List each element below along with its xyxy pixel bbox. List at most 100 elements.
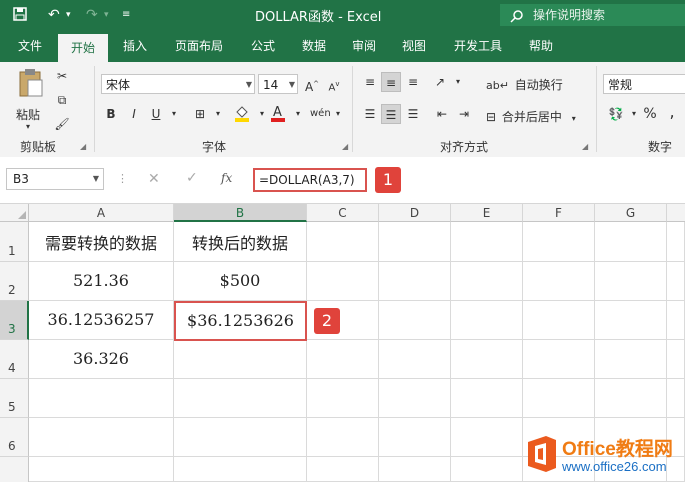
font-color-dropdown-icon[interactable]: ▾: [288, 104, 308, 124]
format-painter-icon[interactable]: 🖌: [52, 114, 72, 134]
tab-data[interactable]: 数据: [291, 30, 337, 62]
font-name-combo[interactable]: 宋体 ▼: [101, 74, 255, 94]
empty-cell[interactable]: [595, 222, 667, 262]
empty-cell[interactable]: [174, 340, 307, 379]
empty-cell[interactable]: [667, 301, 685, 340]
align-middle-icon[interactable]: ≡: [381, 72, 401, 92]
column-header-b[interactable]: B: [174, 204, 307, 222]
save-icon[interactable]: [12, 6, 28, 24]
select-all-corner[interactable]: [0, 204, 29, 222]
empty-cell[interactable]: [307, 418, 379, 457]
row-header-4[interactable]: 4: [0, 340, 29, 379]
empty-cell[interactable]: [667, 340, 685, 379]
decrease-indent-icon[interactable]: ⇤: [432, 104, 452, 124]
row-header-5[interactable]: 5: [0, 379, 29, 418]
italic-button[interactable]: I: [124, 104, 144, 124]
column-header-h-partial[interactable]: [667, 204, 685, 222]
formula-input[interactable]: =DOLLAR(A3,7): [253, 168, 367, 192]
empty-cell[interactable]: [595, 262, 667, 301]
undo-dropdown-icon[interactable]: ▾: [66, 6, 71, 24]
align-bottom-icon[interactable]: ≡: [403, 72, 423, 92]
border-dropdown-icon[interactable]: ▾: [208, 104, 228, 124]
underline-button[interactable]: U: [146, 104, 166, 124]
cell-a2[interactable]: 521.36: [29, 262, 174, 301]
percent-button[interactable]: %: [640, 104, 660, 124]
empty-cell[interactable]: [595, 379, 667, 418]
empty-cell[interactable]: [307, 379, 379, 418]
font-size-combo[interactable]: 14 ▼: [258, 74, 298, 94]
column-header-c[interactable]: C: [307, 204, 379, 222]
cell-b1[interactable]: 转换后的数据: [174, 222, 307, 262]
cell-a4[interactable]: 36.326: [29, 340, 174, 379]
column-header-f[interactable]: F: [523, 204, 595, 222]
empty-cell[interactable]: [523, 262, 595, 301]
orientation-dropdown-icon[interactable]: ▾: [448, 72, 468, 92]
more-options-icon[interactable]: ⋮: [117, 172, 128, 185]
name-box[interactable]: B3 ▼: [6, 168, 104, 190]
tab-formulas[interactable]: 公式: [240, 30, 286, 62]
empty-cell[interactable]: [174, 418, 307, 457]
empty-cell[interactable]: [523, 301, 595, 340]
tab-developer[interactable]: 开发工具: [443, 30, 513, 62]
decrease-font-icon[interactable]: Av: [324, 74, 344, 94]
underline-dropdown-icon[interactable]: ▾: [164, 104, 184, 124]
column-header-g[interactable]: G: [595, 204, 667, 222]
column-header-a[interactable]: A: [29, 204, 174, 222]
empty-cell[interactable]: [307, 457, 379, 482]
empty-cell[interactable]: [523, 379, 595, 418]
cancel-icon[interactable]: ✕: [148, 171, 160, 187]
alignment-launcher-icon[interactable]: ◢: [582, 142, 588, 151]
customize-toolbar-icon[interactable]: ≡: [122, 6, 130, 24]
row-header-7-partial[interactable]: [0, 457, 29, 482]
redo-icon[interactable]: ↷: [86, 6, 98, 24]
tab-page-layout[interactable]: 页面布局: [164, 30, 234, 62]
fill-color-icon[interactable]: [232, 104, 252, 124]
empty-cell[interactable]: [307, 222, 379, 262]
empty-cell[interactable]: [379, 418, 451, 457]
empty-cell[interactable]: [29, 418, 174, 457]
empty-cell[interactable]: [379, 222, 451, 262]
empty-cell[interactable]: [379, 457, 451, 482]
number-format-combo[interactable]: 常规: [603, 74, 685, 94]
tab-help[interactable]: 帮助: [518, 30, 564, 62]
insert-function-icon[interactable]: fx: [221, 171, 232, 185]
empty-cell[interactable]: [451, 418, 523, 457]
empty-cell[interactable]: [595, 340, 667, 379]
empty-cell[interactable]: [307, 262, 379, 301]
font-color-icon[interactable]: A: [268, 104, 288, 124]
phonetic-dropdown-icon[interactable]: ▾: [328, 104, 348, 124]
cell-b2[interactable]: $500: [174, 262, 307, 301]
copy-icon[interactable]: ⧉: [52, 90, 72, 110]
cut-icon[interactable]: ✂: [52, 66, 72, 86]
empty-cell[interactable]: [451, 379, 523, 418]
merge-center-button[interactable]: ⊟ 合并后居中 ▾: [486, 108, 576, 125]
empty-cell[interactable]: [667, 222, 685, 262]
empty-cell[interactable]: [174, 379, 307, 418]
empty-cell[interactable]: [379, 340, 451, 379]
empty-cell[interactable]: [451, 222, 523, 262]
orientation-icon[interactable]: ↗: [430, 72, 450, 92]
empty-cell[interactable]: [451, 262, 523, 301]
tab-view[interactable]: 视图: [391, 30, 437, 62]
cell-a1[interactable]: 需要转换的数据: [29, 222, 174, 262]
empty-cell[interactable]: [451, 340, 523, 379]
increase-indent-icon[interactable]: ⇥: [454, 104, 474, 124]
empty-cell[interactable]: [595, 301, 667, 340]
empty-cell[interactable]: [667, 262, 685, 301]
empty-cell[interactable]: [451, 301, 523, 340]
phonetic-icon[interactable]: wén: [310, 104, 331, 124]
paste-dropdown-icon[interactable]: ▾: [26, 122, 30, 131]
cell-a3[interactable]: 36.12536257: [29, 301, 174, 340]
empty-cell[interactable]: [379, 301, 451, 340]
empty-cell[interactable]: [667, 379, 685, 418]
accounting-format-icon[interactable]: 💱: [606, 104, 626, 124]
align-top-icon[interactable]: ≡: [360, 72, 380, 92]
increase-font-icon[interactable]: A^: [302, 74, 322, 94]
tab-home[interactable]: 开始: [58, 34, 108, 62]
column-header-d[interactable]: D: [379, 204, 451, 222]
empty-cell[interactable]: [523, 222, 595, 262]
empty-cell[interactable]: [307, 340, 379, 379]
row-header-1[interactable]: 1: [0, 222, 29, 262]
wrap-text-button[interactable]: ab↵ 自动换行: [486, 76, 563, 93]
empty-cell[interactable]: [379, 262, 451, 301]
